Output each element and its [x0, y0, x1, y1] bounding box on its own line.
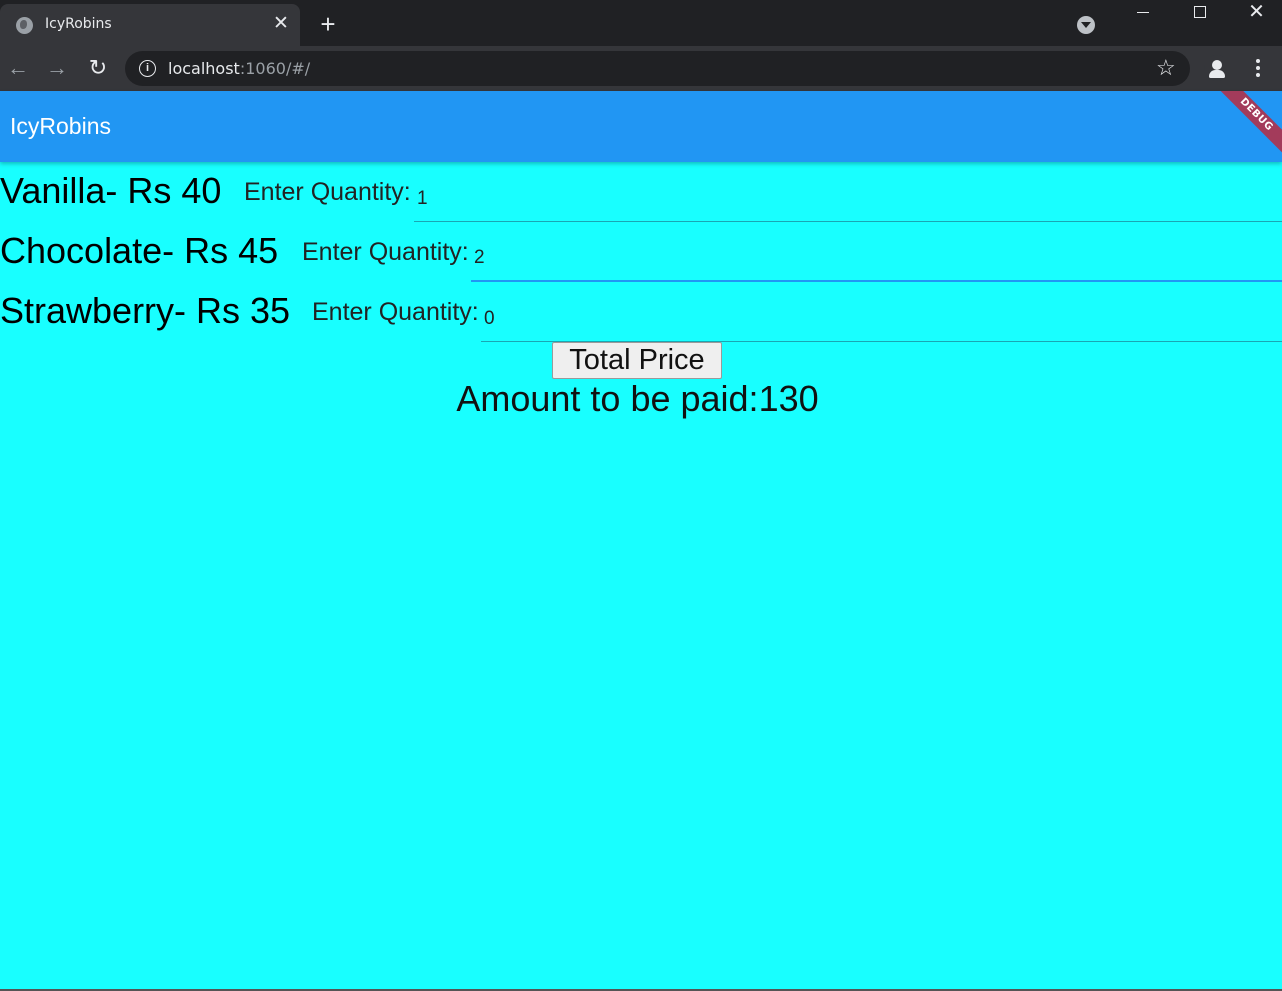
quantity-label: Enter Quantity:: [244, 178, 411, 206]
close-icon[interactable]: ✕: [270, 13, 292, 35]
flavor-label: Chocolate- Rs 45: [0, 230, 279, 271]
flavor-label: Strawberry- Rs 35: [0, 290, 291, 331]
quantity-label: Enter Quantity:: [312, 298, 479, 326]
minimize-icon[interactable]: [1114, 0, 1171, 30]
debug-banner: DEBUG: [1207, 91, 1282, 162]
item-row-chocolate: Chocolate- Rs 45 Enter Quantity:: [0, 222, 1282, 282]
tab-search-icon[interactable]: [1077, 16, 1095, 34]
maximize-icon[interactable]: [1171, 0, 1228, 30]
star-icon[interactable]: ☆: [1156, 56, 1176, 80]
plus-icon[interactable]: +: [314, 11, 342, 39]
reload-icon[interactable]: ↻: [85, 55, 111, 81]
window-close-icon[interactable]: ✕: [1228, 0, 1282, 30]
item-row-vanilla: Vanilla- Rs 40 Enter Quantity:: [0, 162, 1282, 222]
info-icon[interactable]: i: [139, 60, 156, 77]
url-path: :1060/#/: [239, 59, 311, 78]
item-row-strawberry: Strawberry- Rs 35 Enter Quantity:: [0, 282, 1282, 342]
profile-icon[interactable]: [1204, 55, 1230, 81]
browser-tab[interactable]: IcyRobins ✕: [0, 4, 300, 46]
quantity-input-chocolate[interactable]: [471, 236, 1282, 282]
globe-icon: [16, 17, 33, 34]
amount-to-pay: Amount to be paid:130: [456, 378, 819, 419]
address-bar[interactable]: i localhost:1060/#/ ☆: [125, 51, 1190, 86]
browser-tab-strip: IcyRobins ✕ + ✕: [0, 0, 1282, 46]
flavor-label: Vanilla- Rs 40: [0, 170, 222, 211]
url-host: localhost: [168, 59, 240, 78]
total-price-button[interactable]: Total Price: [552, 342, 722, 379]
tab-title: IcyRobins: [45, 16, 112, 32]
forward-arrow-icon[interactable]: →: [44, 55, 70, 81]
back-arrow-icon[interactable]: ←: [5, 55, 31, 81]
quantity-input-strawberry[interactable]: [481, 296, 1282, 342]
browser-toolbar: ← → ↻ i localhost:1060/#/ ☆: [0, 46, 1282, 91]
url-text: localhost:1060/#/: [168, 59, 310, 78]
quantity-label: Enter Quantity:: [302, 238, 469, 266]
kebab-menu-icon[interactable]: [1248, 57, 1268, 81]
app-bar: IcyRobins DEBUG: [0, 91, 1282, 162]
app-title: IcyRobins: [10, 113, 111, 139]
quantity-input-vanilla[interactable]: [414, 176, 1282, 222]
